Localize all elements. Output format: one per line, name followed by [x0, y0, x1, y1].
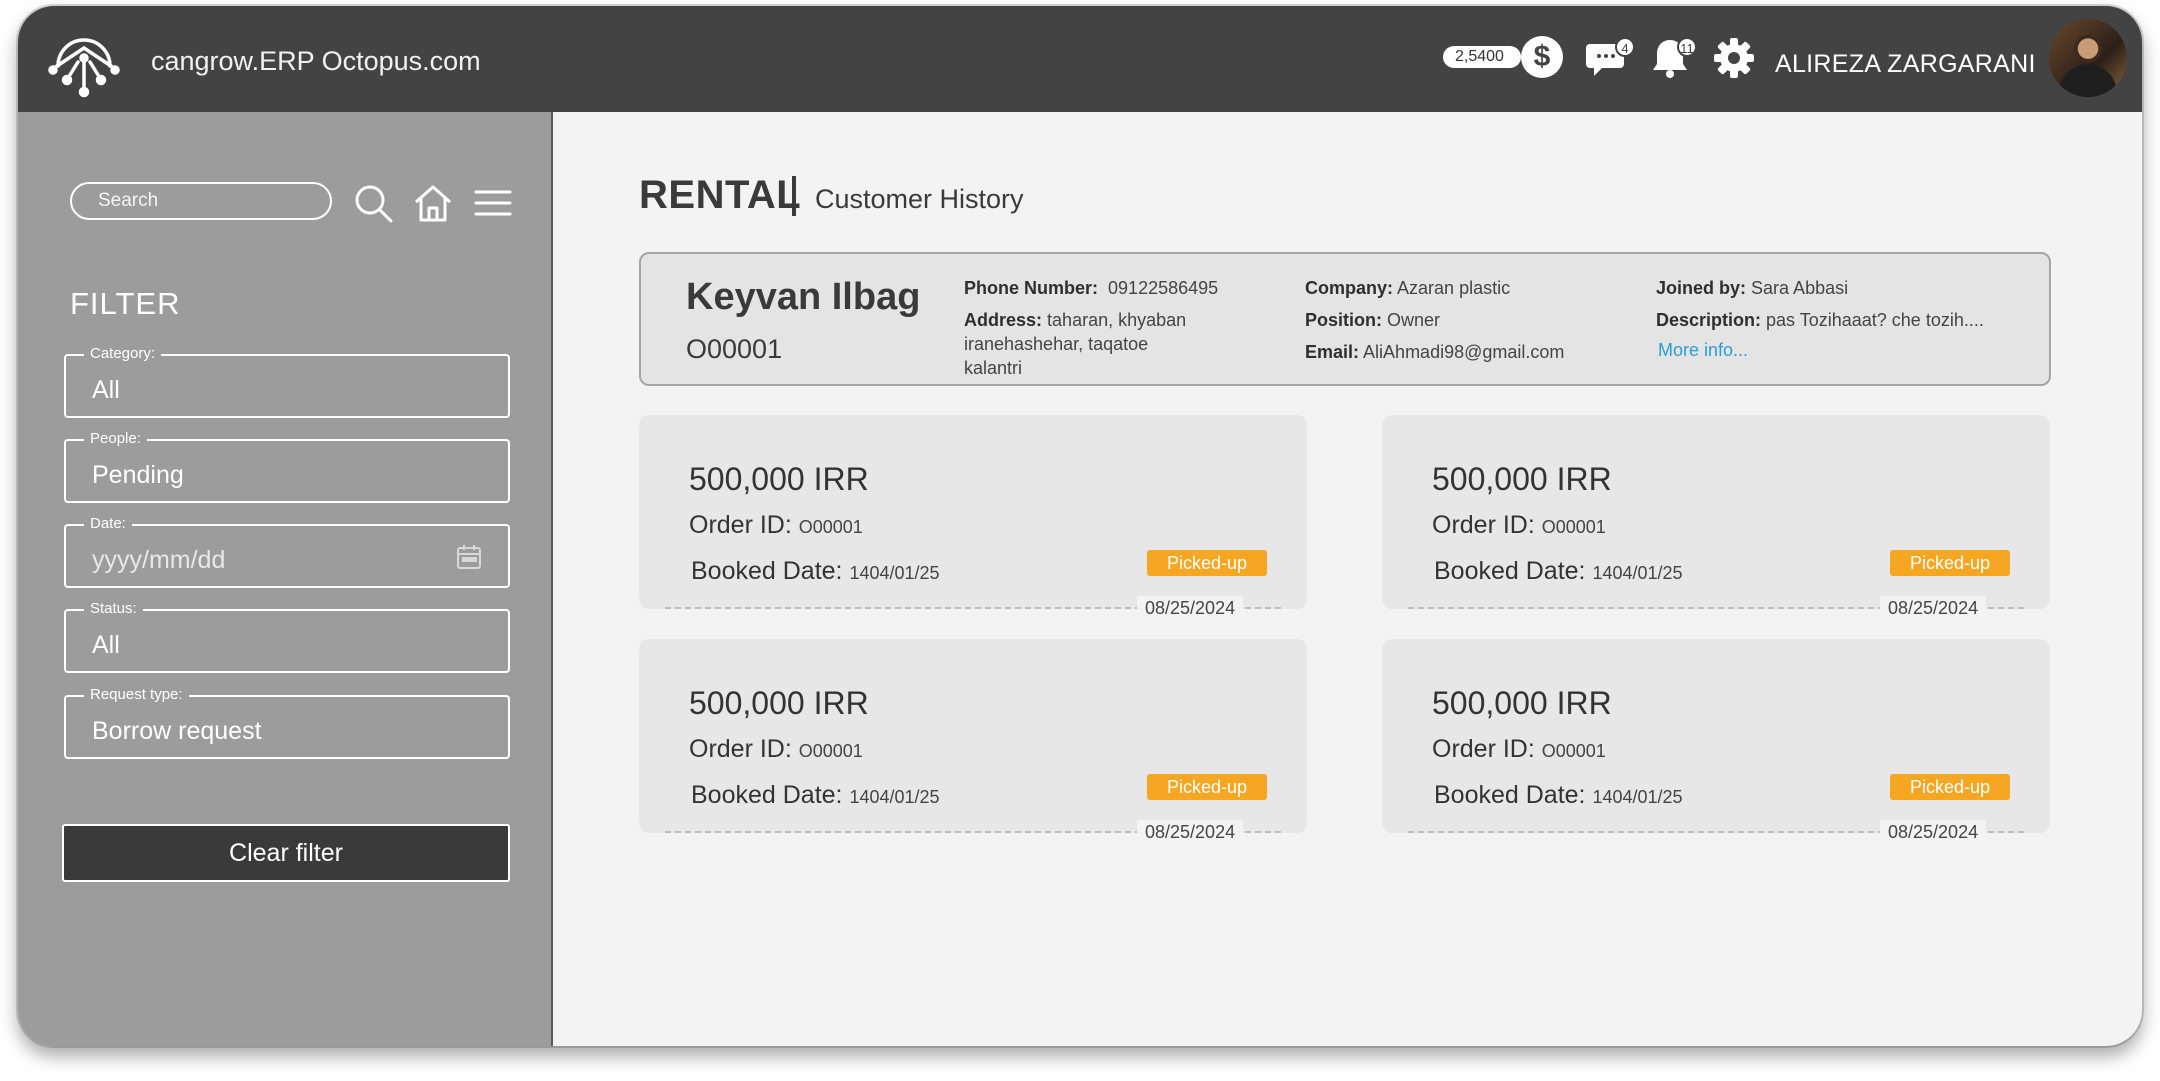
date-label: Date:	[84, 515, 132, 532]
order-id: Order ID: O00001	[1432, 735, 1606, 763]
customer-phone: Phone Number: 09122586495	[964, 278, 1219, 298]
brand-name: cangrow.ERP Octopus.com	[151, 46, 481, 76]
customer-position: Position: Owner	[1305, 310, 1441, 330]
calendar-icon[interactable]	[456, 544, 482, 570]
top-header: cangrow.ERP Octopus.com 2,5400 $ 4 11 AL…	[18, 6, 2142, 112]
customer-company: Company: Azaran plastic	[1305, 278, 1511, 298]
status-field[interactable]: Status: All	[64, 600, 510, 673]
order-amount: 500,000 IRR	[1432, 461, 1612, 497]
customer-card: Keyvan Ilbag O00001 Phone Number: 091225…	[639, 252, 2051, 386]
order-amount: 500,000 IRR	[1432, 685, 1612, 721]
category-label: Category:	[84, 345, 162, 362]
page-title: RENTAL	[639, 173, 802, 217]
order-card[interactable]: 500,000 IRR Order ID: O00001 Booked Date…	[1382, 639, 2050, 844]
octopus-logo-icon[interactable]	[44, 18, 124, 98]
app-window: cangrow.ERP Octopus.com 2,5400 $ 4 11 AL…	[18, 6, 2142, 1046]
status-label: Status:	[84, 600, 143, 617]
order-amount: 500,000 IRR	[689, 461, 869, 497]
people-field[interactable]: People: Pending	[64, 430, 510, 503]
title-divider	[792, 176, 796, 216]
order-card[interactable]: 500,000 IRR Order ID: O00001 Booked Date…	[639, 639, 1307, 844]
customer-address: Address: taharan, khyaban iranehashehar,…	[964, 310, 1187, 378]
messages-count-badge: 4	[1615, 37, 1635, 57]
customer-email: Email: AliAhmadi98@gmail.com	[1305, 342, 1565, 362]
notifications-count-badge: 11	[1677, 37, 1697, 57]
people-label: People:	[84, 430, 147, 447]
booked-date: Booked Date: 1404/01/25	[691, 557, 940, 585]
customer-joined-by: Joined by: Sara Abbasi	[1656, 278, 1849, 298]
booked-date: Booked Date: 1404/01/25	[1434, 557, 1683, 585]
request-type-value: Borrow request	[92, 717, 262, 745]
order-id: Order ID: O00001	[689, 511, 863, 539]
order-date: 08/25/2024	[1880, 596, 1987, 620]
home-icon[interactable]	[412, 182, 454, 224]
clear-filter-button[interactable]: Clear filter	[62, 824, 510, 882]
page-subtitle: Customer History	[815, 184, 1024, 214]
order-date: 08/25/2024	[1880, 820, 1987, 844]
category-field[interactable]: Category: All	[64, 345, 510, 418]
order-date: 08/25/2024	[1137, 820, 1244, 844]
dollar-coin-icon[interactable]: $	[1521, 36, 1563, 78]
search-icon[interactable]	[352, 182, 394, 224]
coin-balance: 2,5400	[1443, 46, 1521, 68]
category-value: All	[92, 376, 120, 404]
customer-name: Keyvan Ilbag	[686, 276, 921, 318]
order-id: Order ID: O00001	[689, 735, 863, 763]
avatar[interactable]	[2049, 19, 2127, 97]
customer-id: O00001	[686, 334, 783, 364]
search-input[interactable]	[70, 182, 332, 220]
date-field[interactable]: Date: yyyy/mm/dd	[64, 515, 510, 588]
request-type-label: Request type:	[84, 686, 189, 703]
order-id: Order ID: O00001	[1432, 511, 1606, 539]
people-value: Pending	[92, 461, 184, 489]
order-date: 08/25/2024	[1137, 596, 1244, 620]
status-badge: Picked-up	[1147, 774, 1267, 800]
status-badge: Picked-up	[1890, 550, 2010, 576]
status-value: All	[92, 631, 120, 659]
order-card[interactable]: 500,000 IRR Order ID: O00001 Booked Date…	[1382, 415, 2050, 620]
user-name[interactable]: ALIREZA ZARGARANI	[1775, 50, 2036, 79]
order-card[interactable]: 500,000 IRR Order ID: O00001 Booked Date…	[639, 415, 1307, 620]
filter-title: FILTER	[70, 286, 181, 321]
booked-date: Booked Date: 1404/01/25	[691, 781, 940, 809]
booked-date: Booked Date: 1404/01/25	[1434, 781, 1683, 809]
more-info-link[interactable]: More info...	[1658, 340, 1748, 361]
date-value: yyyy/mm/dd	[92, 546, 226, 574]
status-badge: Picked-up	[1147, 550, 1267, 576]
hamburger-menu-icon[interactable]	[472, 182, 514, 224]
sidebar: FILTER Category: All People: Pending Dat…	[18, 112, 553, 1046]
status-badge: Picked-up	[1890, 774, 2010, 800]
request-type-field[interactable]: Request type: Borrow request	[64, 686, 510, 759]
gear-icon[interactable]	[1712, 36, 1756, 80]
customer-description: Description: pas Tozihaaat? che tozih...…	[1656, 310, 1984, 330]
order-amount: 500,000 IRR	[689, 685, 869, 721]
